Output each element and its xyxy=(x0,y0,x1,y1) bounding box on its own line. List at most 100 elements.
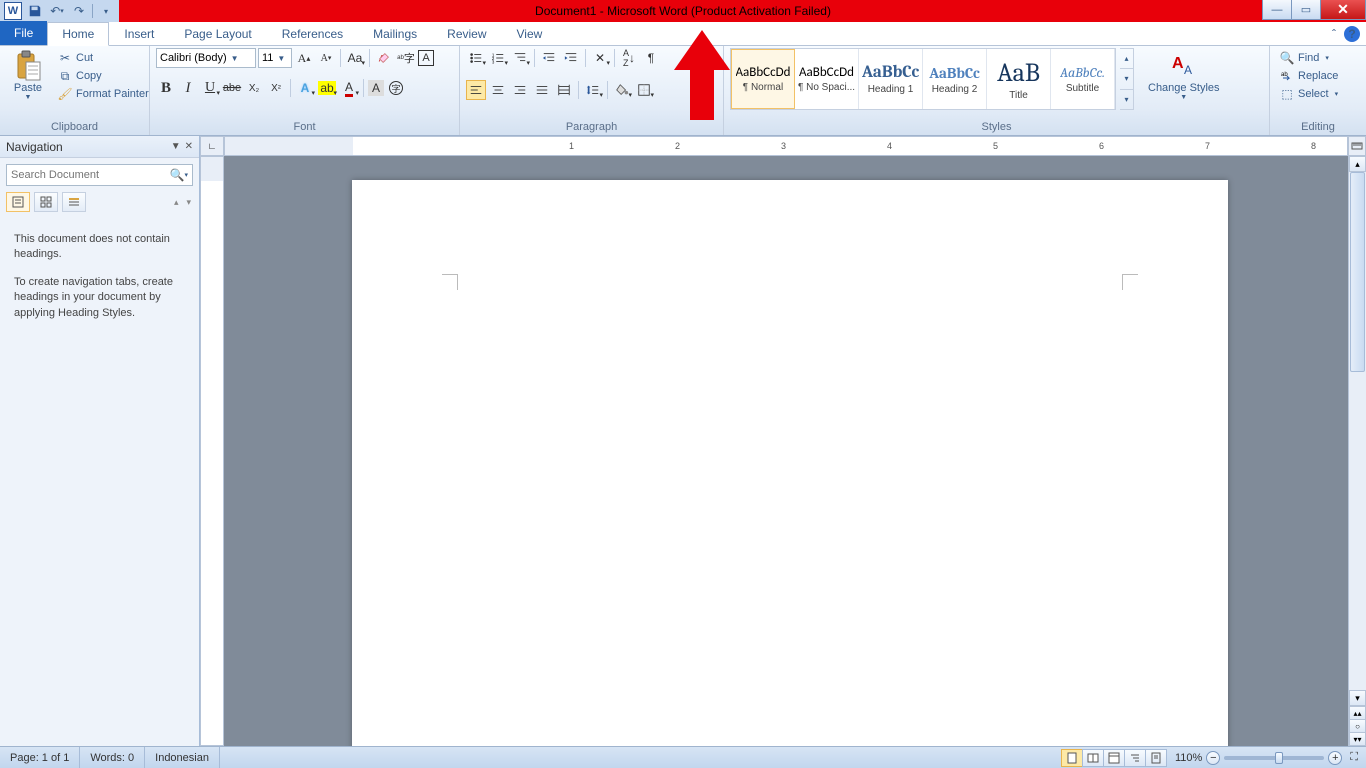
italic-button[interactable]: I xyxy=(178,78,198,98)
vertical-ruler[interactable] xyxy=(200,156,224,746)
tab-selector[interactable]: ∟ xyxy=(200,136,224,156)
horizontal-ruler[interactable]: 12345678 xyxy=(224,136,1348,156)
style-item[interactable]: AaBbCcHeading 1 xyxy=(859,49,923,109)
align-right-button[interactable] xyxy=(510,80,530,100)
style-item[interactable]: AaBbCcHeading 2 xyxy=(923,49,987,109)
format-painter-button[interactable]: 🖌Format Painter xyxy=(54,86,153,102)
find-button[interactable]: 🔍Find▾ xyxy=(1276,50,1342,66)
justify-button[interactable] xyxy=(532,80,552,100)
text-effects-button[interactable]: A▾ xyxy=(295,78,315,98)
multilevel-list-button[interactable]: ▾ xyxy=(510,48,530,68)
clear-formatting-button[interactable]: A xyxy=(374,48,394,68)
decrease-indent-button[interactable] xyxy=(539,48,559,68)
show-hide-button[interactable]: ¶ xyxy=(641,48,661,68)
tab-home[interactable]: Home xyxy=(47,22,109,46)
prev-page-icon[interactable]: ▴▴ xyxy=(1349,706,1366,720)
nav-next-icon[interactable]: ▾ xyxy=(186,197,191,208)
character-border-button[interactable]: A xyxy=(418,50,434,66)
zoom-level[interactable]: 110% xyxy=(1175,752,1202,764)
navigation-search[interactable]: 🔍▾ xyxy=(6,164,193,186)
save-icon[interactable] xyxy=(26,2,44,20)
status-language[interactable]: Indonesian xyxy=(145,747,220,768)
borders-button[interactable]: ▾ xyxy=(634,80,654,100)
tab-page-layout[interactable]: Page Layout xyxy=(169,21,266,45)
distributed-button[interactable] xyxy=(554,80,574,100)
replace-button[interactable]: abReplace xyxy=(1276,68,1342,84)
gallery-up-icon[interactable]: ▴ xyxy=(1120,49,1133,69)
browse-object-icon[interactable]: ○ xyxy=(1349,719,1366,733)
scroll-up-icon[interactable]: ▴ xyxy=(1349,156,1366,172)
minimize-button[interactable]: — xyxy=(1262,0,1292,20)
style-item[interactable]: AaBbCcDd¶ Normal xyxy=(731,49,795,109)
phonetic-guide-button[interactable]: ᵃᵇ字 xyxy=(396,48,416,68)
nav-prev-icon[interactable]: ▴ xyxy=(174,197,179,208)
status-words[interactable]: Words: 0 xyxy=(80,747,145,768)
shrink-font-button[interactable]: A▾ xyxy=(316,48,336,68)
next-page-icon[interactable]: ▾▾ xyxy=(1349,732,1366,746)
close-button[interactable]: ✕ xyxy=(1320,0,1366,20)
line-spacing-button[interactable]: ▾ xyxy=(583,80,603,100)
nav-dropdown-icon[interactable]: ▼ xyxy=(171,141,181,152)
help-icon[interactable]: ? xyxy=(1344,26,1360,42)
font-size-combo[interactable]: 11▼ xyxy=(258,48,292,68)
nav-tab-results[interactable] xyxy=(62,192,86,212)
draft-view-button[interactable] xyxy=(1145,749,1167,767)
zoom-slider[interactable] xyxy=(1224,756,1324,760)
zoom-out-button[interactable]: − xyxy=(1206,751,1220,765)
undo-icon[interactable]: ↶▾ xyxy=(48,2,66,20)
font-color-button[interactable]: A▾ xyxy=(339,78,359,98)
font-name-combo[interactable]: Calibri (Body)▼ xyxy=(156,48,256,68)
tab-references[interactable]: References xyxy=(267,21,358,45)
gallery-more-icon[interactable]: ▾ xyxy=(1120,90,1133,109)
style-item[interactable]: AaBbCc.Subtitle xyxy=(1051,49,1115,109)
change-styles-button[interactable]: AA Change Styles ▼ xyxy=(1142,48,1226,103)
numbering-button[interactable]: 123▾ xyxy=(488,48,508,68)
enclose-characters-button[interactable]: 字 xyxy=(386,78,406,98)
grow-font-button[interactable]: A▴ xyxy=(294,48,314,68)
tab-view[interactable]: View xyxy=(502,21,558,45)
word-app-icon[interactable]: W xyxy=(4,2,22,20)
paste-button[interactable]: Paste ▼ xyxy=(6,48,50,103)
minimize-ribbon-icon[interactable]: ˆ xyxy=(1332,27,1336,41)
select-button[interactable]: ⬚Select▾ xyxy=(1276,86,1342,102)
increase-indent-button[interactable] xyxy=(561,48,581,68)
nav-tab-pages[interactable] xyxy=(34,192,58,212)
gallery-down-icon[interactable]: ▾ xyxy=(1120,69,1133,89)
tab-mailings[interactable]: Mailings xyxy=(358,21,432,45)
sort-button[interactable]: AZ↓ xyxy=(619,48,639,68)
ruler-toggle-icon[interactable] xyxy=(1348,136,1366,156)
highlight-button[interactable]: ab▾ xyxy=(317,78,337,98)
full-screen-view-button[interactable] xyxy=(1082,749,1104,767)
scroll-thumb[interactable] xyxy=(1350,172,1365,372)
document-page[interactable] xyxy=(352,180,1228,746)
bullets-button[interactable]: ▾ xyxy=(466,48,486,68)
align-center-button[interactable] xyxy=(488,80,508,100)
outline-view-button[interactable] xyxy=(1124,749,1146,767)
strikethrough-button[interactable]: abe xyxy=(222,78,242,98)
copy-button[interactable]: ⧉Copy xyxy=(54,68,153,84)
superscript-button[interactable]: X xyxy=(266,78,286,98)
cut-button[interactable]: ✂Cut xyxy=(54,50,153,66)
search-icon[interactable]: 🔍 xyxy=(170,168,185,182)
style-item[interactable]: AaBbCcDd¶ No Spaci... xyxy=(795,49,859,109)
tab-review[interactable]: Review xyxy=(432,21,501,45)
character-shading-button[interactable]: A xyxy=(368,80,384,96)
scroll-down-icon[interactable]: ▾ xyxy=(1349,690,1366,706)
vertical-scrollbar[interactable]: ▴ ▾ ▴▴ ○ ▾▾ xyxy=(1348,156,1366,746)
underline-button[interactable]: U▾ xyxy=(200,78,220,98)
file-tab[interactable]: File xyxy=(0,21,47,45)
zoom-thumb[interactable] xyxy=(1275,752,1283,764)
asian-layout-button[interactable]: ✕▾ xyxy=(590,48,610,68)
qat-customize-icon[interactable]: ▾ xyxy=(97,2,115,20)
zoom-in-button[interactable]: + xyxy=(1328,751,1342,765)
align-left-button[interactable] xyxy=(466,80,486,100)
nav-close-icon[interactable]: ✕ xyxy=(185,141,193,152)
print-layout-view-button[interactable] xyxy=(1061,749,1083,767)
subscript-button[interactable]: X xyxy=(244,78,264,98)
status-page[interactable]: Page: 1 of 1 xyxy=(0,747,80,768)
bold-button[interactable]: B xyxy=(156,78,176,98)
change-case-button[interactable]: Aa▾ xyxy=(345,48,365,68)
maximize-button[interactable]: ▭ xyxy=(1291,0,1321,20)
style-item[interactable]: AaBTitle xyxy=(987,49,1051,109)
fullscreen-icon[interactable]: ⛶ xyxy=(1350,751,1358,764)
